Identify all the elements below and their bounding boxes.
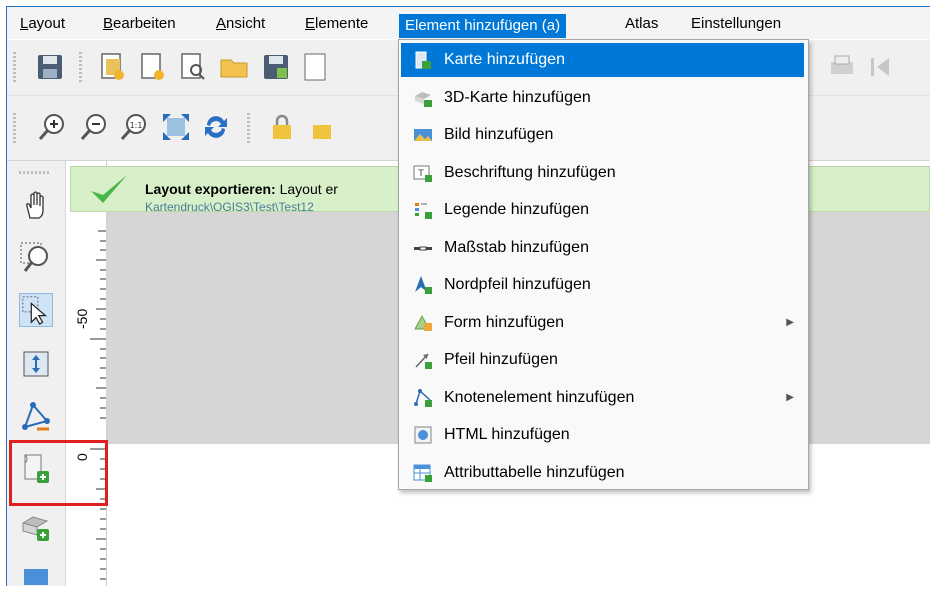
menu-item-form[interactable]: Form hinzufügen ▶ bbox=[401, 306, 804, 340]
menu-elemente[interactable]: Elemente bbox=[305, 13, 368, 35]
new-layout-icon[interactable] bbox=[95, 50, 129, 84]
menu-bearbeiten[interactable]: Bearbeiten bbox=[103, 13, 176, 35]
move-content-icon[interactable] bbox=[19, 347, 53, 381]
print-icon[interactable] bbox=[825, 50, 859, 84]
menu-layout[interactable]: Layout bbox=[20, 13, 65, 35]
element-add-dropdown: Karte hinzufügen 3D-Karte hinzufügen Bil… bbox=[398, 39, 809, 490]
add-picture-tool-icon[interactable] bbox=[19, 563, 53, 597]
check-icon bbox=[91, 175, 127, 203]
shape-icon bbox=[414, 314, 432, 331]
menu-item-bild[interactable]: Bild hinzufügen bbox=[401, 118, 804, 152]
menu-item-massstab[interactable]: Maßstab hinzufügen bbox=[401, 231, 804, 265]
ruler-label-minus50: -50 bbox=[74, 308, 90, 329]
highlight-box bbox=[9, 440, 108, 506]
scalebar-icon bbox=[414, 246, 432, 251]
html-icon bbox=[414, 426, 432, 444]
menu-atlas[interactable]: Atlas bbox=[625, 13, 658, 35]
menu-element-hinzufuegen[interactable]: Element hinzufügen (a) bbox=[399, 14, 567, 38]
lock-icon[interactable] bbox=[265, 110, 299, 144]
node-item-icon bbox=[414, 389, 432, 407]
message-text: Layout exportieren: Layout er bbox=[145, 181, 338, 197]
menu-item-knotenelement[interactable]: Knotenelement hinzufügen ▶ bbox=[401, 381, 804, 415]
toolbar-grip[interactable] bbox=[247, 113, 250, 143]
zoom-tool-icon[interactable] bbox=[19, 241, 53, 275]
menu-einstellungen[interactable]: Einstellungen bbox=[691, 13, 781, 35]
unlock-icon[interactable] bbox=[305, 110, 339, 144]
zoom-in-icon[interactable] bbox=[35, 110, 69, 144]
toolbar-icon-partial[interactable] bbox=[299, 50, 333, 84]
first-feature-icon[interactable] bbox=[863, 50, 897, 84]
message-body: Layout er bbox=[279, 181, 338, 197]
open-folder-icon[interactable] bbox=[217, 50, 251, 84]
duplicate-layout-icon[interactable] bbox=[135, 50, 169, 84]
menu-item-3d-karte[interactable]: 3D-Karte hinzufügen bbox=[401, 81, 804, 115]
menu-item-html[interactable]: HTML hinzufügen bbox=[401, 418, 804, 452]
toolbox-vertical bbox=[7, 161, 66, 586]
submenu-arrow-icon: ▶ bbox=[786, 317, 794, 328]
vertical-ruler: -50 0 bbox=[66, 161, 107, 586]
menu-ansicht[interactable]: Ansicht bbox=[216, 13, 265, 35]
zoom-full-icon[interactable] bbox=[159, 110, 193, 144]
add-3d-map-icon[interactable] bbox=[19, 509, 53, 543]
picture-icon bbox=[414, 129, 432, 141]
menu-item-pfeil[interactable]: Pfeil hinzufügen bbox=[401, 343, 804, 377]
zoom-out-icon[interactable] bbox=[77, 110, 111, 144]
toolbar-grip[interactable] bbox=[79, 52, 82, 82]
toolbar-grip[interactable] bbox=[13, 113, 16, 143]
menu-bar: Layout Bearbeiten Ansicht Elemente Eleme… bbox=[7, 7, 930, 39]
map-icon bbox=[415, 51, 431, 69]
select-move-icon[interactable] bbox=[19, 293, 53, 327]
save-icon[interactable] bbox=[33, 50, 67, 84]
message-path-link[interactable]: Kartendruck\QGIS3\Test\Test12 bbox=[145, 200, 314, 211]
menu-item-beschriftung[interactable]: T Beschriftung hinzufügen bbox=[401, 156, 804, 190]
north-arrow-icon bbox=[415, 276, 432, 294]
menu-item-karte[interactable]: Karte hinzufügen bbox=[401, 43, 804, 77]
save-as-template-icon[interactable] bbox=[259, 50, 293, 84]
refresh-icon[interactable] bbox=[199, 110, 233, 144]
menu-item-attributtabelle[interactable]: Attributtabelle hinzufügen bbox=[401, 456, 804, 490]
legend-icon bbox=[415, 203, 432, 219]
arrow-icon bbox=[415, 353, 432, 369]
pan-hand-icon[interactable] bbox=[19, 188, 53, 222]
message-title: Layout exportieren: bbox=[145, 181, 276, 197]
zoom-100-icon[interactable]: 1:1 bbox=[117, 110, 151, 144]
menu-item-legende[interactable]: Legende hinzufügen bbox=[401, 193, 804, 227]
menu-item-nordpfeil[interactable]: Nordpfeil hinzufügen bbox=[401, 268, 804, 302]
label-icon: T bbox=[413, 165, 432, 182]
svg-text:T: T bbox=[417, 169, 424, 179]
submenu-arrow-icon: ▶ bbox=[786, 392, 794, 403]
toolbar-grip[interactable] bbox=[13, 52, 16, 82]
svg-text:1:1: 1:1 bbox=[130, 121, 143, 130]
attribute-table-icon bbox=[413, 464, 432, 482]
edit-nodes-icon[interactable] bbox=[19, 399, 53, 433]
3d-map-icon bbox=[415, 92, 432, 107]
layout-manager-icon[interactable] bbox=[175, 50, 209, 84]
toolbar-grip[interactable] bbox=[19, 171, 49, 174]
